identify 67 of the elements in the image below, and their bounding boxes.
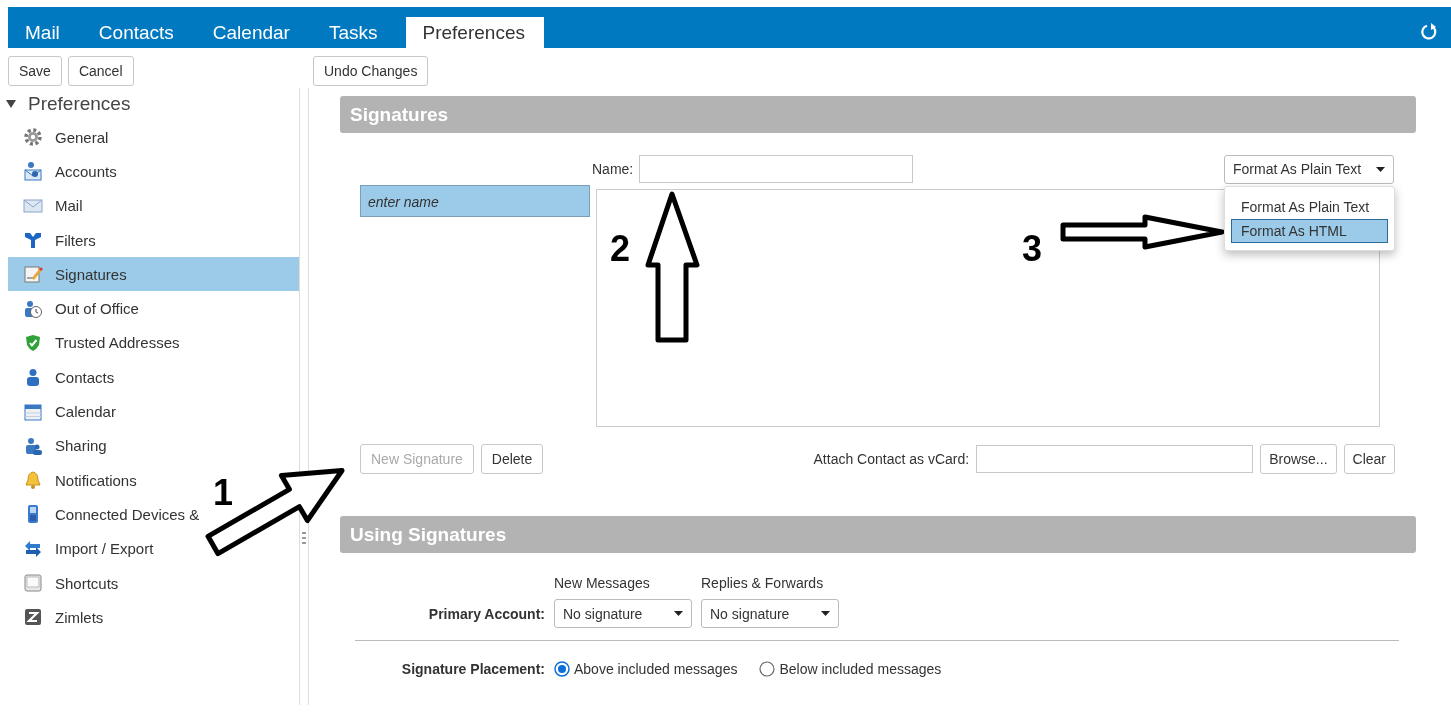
vcard-label: Attach Contact as vCard: bbox=[813, 451, 970, 467]
sidebar-item[interactable]: General bbox=[8, 120, 115, 155]
section-header: Using Signatures bbox=[340, 516, 1416, 553]
sidebar-item[interactable]: Zimlets bbox=[8, 600, 110, 635]
vcard-button[interactable]: Browse... bbox=[1260, 444, 1337, 474]
sidebar-item[interactable]: Import / Export bbox=[8, 531, 160, 566]
shield-check-icon bbox=[23, 332, 43, 353]
radio-option[interactable]: Below included messages bbox=[759, 661, 942, 677]
sidebar-item[interactable]: Sharing bbox=[8, 428, 113, 463]
tab[interactable]: Mail bbox=[8, 17, 79, 48]
section-header: Signatures bbox=[340, 96, 1416, 133]
sidebar-item[interactable]: Accounts bbox=[8, 154, 123, 189]
format-select[interactable]: Format As Plain Text bbox=[1224, 154, 1394, 184]
sidebar-item[interactable]: Filters bbox=[8, 222, 102, 258]
toolbar-button[interactable]: Cancel bbox=[67, 56, 134, 86]
primary-account-label: Primary Account: bbox=[427, 605, 545, 622]
annotation-number: 3 bbox=[1022, 230, 1043, 268]
toolbar-button[interactable]: Save bbox=[8, 56, 62, 86]
tab[interactable]: Contacts bbox=[81, 17, 193, 48]
name-field[interactable] bbox=[639, 155, 914, 183]
fork-icon bbox=[23, 230, 43, 251]
placement-label: Signature Placement: bbox=[400, 661, 545, 677]
signature-button[interactable]: Delete bbox=[480, 444, 544, 474]
key-icon bbox=[23, 573, 43, 593]
collapse-icon[interactable] bbox=[6, 99, 16, 109]
bell-icon bbox=[23, 470, 43, 491]
note-pencil-icon bbox=[23, 264, 43, 285]
radio-option[interactable]: Above included messages bbox=[554, 661, 738, 677]
sidebar-title: Preferences bbox=[28, 93, 131, 115]
menu-option[interactable]: Format As HTML bbox=[1231, 218, 1388, 243]
sidebar-item[interactable]: Contacts bbox=[8, 360, 121, 395]
radio-button[interactable] bbox=[554, 661, 570, 677]
annotation-number: 2 bbox=[610, 230, 631, 268]
caret-icon bbox=[674, 611, 683, 616]
refresh-icon[interactable] bbox=[1419, 22, 1439, 42]
signature-select[interactable]: No signature bbox=[701, 599, 839, 628]
person-clock-icon bbox=[23, 298, 43, 319]
radio-button[interactable] bbox=[759, 661, 776, 677]
calendar-icon bbox=[23, 401, 43, 422]
sidebar-item[interactable]: Trusted Addresses bbox=[8, 325, 186, 361]
column-header: Replies & Forwards bbox=[701, 575, 825, 591]
caret-icon bbox=[1376, 166, 1385, 172]
sidebar-item[interactable]: Signatures bbox=[8, 257, 299, 292]
sidebar-item[interactable]: Out of Office bbox=[8, 291, 145, 326]
sidebar-item[interactable]: Calendar bbox=[8, 394, 122, 429]
menu-option[interactable]: Format As Plain Text bbox=[1231, 194, 1388, 219]
caret-icon bbox=[821, 611, 830, 616]
annotation-number: 1 bbox=[213, 474, 234, 512]
signature-select[interactable]: No signature bbox=[554, 599, 692, 628]
name-label: Name: bbox=[592, 161, 634, 177]
splitter-handle[interactable] bbox=[302, 532, 306, 544]
sidebar-item[interactable]: Mail bbox=[8, 188, 89, 223]
tab[interactable]: Tasks bbox=[311, 17, 397, 48]
tab[interactable]: Calendar bbox=[195, 17, 309, 48]
signature-list-item[interactable]: enter name bbox=[360, 185, 590, 217]
column-header: New Messages bbox=[554, 575, 651, 591]
tile-icon bbox=[23, 607, 43, 628]
vcard-field[interactable] bbox=[976, 445, 1254, 473]
gear-icon bbox=[23, 127, 43, 148]
person-envelope-icon bbox=[23, 161, 43, 182]
sidebar-item[interactable]: Shortcuts bbox=[8, 565, 125, 601]
toolbar-button[interactable]: Undo Changes bbox=[313, 56, 429, 86]
vcard-button[interactable]: Clear bbox=[1343, 444, 1395, 474]
tab[interactable]: Preferences bbox=[405, 17, 544, 48]
people-icon bbox=[23, 435, 43, 456]
sidebar-item[interactable]: Connected Devices & bbox=[8, 497, 206, 532]
sidebar-item[interactable]: Notifications bbox=[8, 462, 143, 498]
